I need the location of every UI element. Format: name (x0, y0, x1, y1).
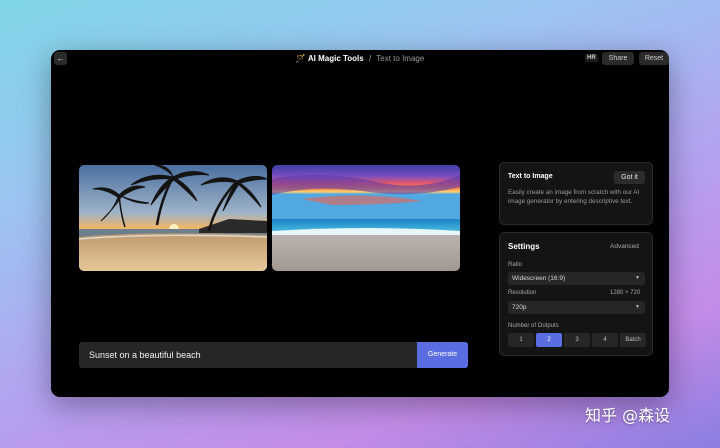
settings-panel: Settings Advanced Ratio Widescreen (16:9… (499, 232, 653, 356)
chevron-down-icon: ▼ (635, 275, 640, 281)
page-name: Text to Image (376, 54, 425, 63)
output-option-3[interactable]: 3 (564, 333, 590, 347)
generate-button[interactable]: Generate (417, 342, 468, 368)
output-option-1[interactable]: 1 (508, 333, 534, 347)
generated-image-2[interactable] (272, 165, 460, 271)
generated-image-1[interactable] (79, 165, 267, 271)
breadcrumb-separator: / (368, 54, 372, 63)
ratio-select-value: Widescreen (16:9) (512, 275, 566, 282)
got-it-button[interactable]: Got it (614, 171, 645, 184)
info-description: Easily create an image from scratch with… (508, 189, 640, 205)
resolution-label: Resolution (508, 290, 537, 296)
ratio-select[interactable]: Widescreen (16:9) ▼ (508, 272, 645, 285)
magic-wand-icon: 🪄 (295, 54, 306, 63)
resolution-select-value: 720p (512, 304, 527, 311)
app-window: ← 🪄 AI Magic Tools / Text to Image HR Sh… (51, 50, 669, 397)
app-name[interactable]: AI Magic Tools (308, 54, 364, 63)
resolution-select[interactable]: 720p ▼ (508, 301, 645, 314)
breadcrumb: 🪄 AI Magic Tools / Text to Image (51, 53, 669, 64)
watermark: 知乎 @森设 (585, 406, 671, 425)
prompt-input[interactable]: Sunset on a beautiful beach (89, 342, 201, 368)
share-button[interactable]: Share (602, 52, 634, 65)
palm-beach-image (79, 165, 267, 271)
output-option-batch[interactable]: Batch (620, 333, 646, 347)
ratio-label: Ratio (508, 262, 523, 268)
settings-title: Settings (508, 242, 540, 251)
top-bar: ← 🪄 AI Magic Tools / Text to Image HR Sh… (51, 50, 669, 67)
outputs-label: Number of Outputs (508, 323, 559, 329)
output-option-2[interactable]: 2 (536, 333, 562, 347)
prompt-bar: Sunset on a beautiful beach Generate (79, 342, 468, 368)
info-title: Text to Image (508, 173, 553, 180)
output-option-4[interactable]: 4 (592, 333, 618, 347)
ocean-sunset-image (272, 165, 460, 271)
reset-button[interactable]: Reset (639, 52, 669, 65)
resolution-dimensions: 1280 × 720 (610, 290, 641, 296)
chevron-down-icon: ▼ (635, 304, 640, 310)
hr-badge[interactable]: HR (585, 54, 598, 62)
advanced-link[interactable]: Advanced (610, 243, 639, 250)
info-panel: Text to Image Got it Easily create an im… (499, 162, 653, 225)
